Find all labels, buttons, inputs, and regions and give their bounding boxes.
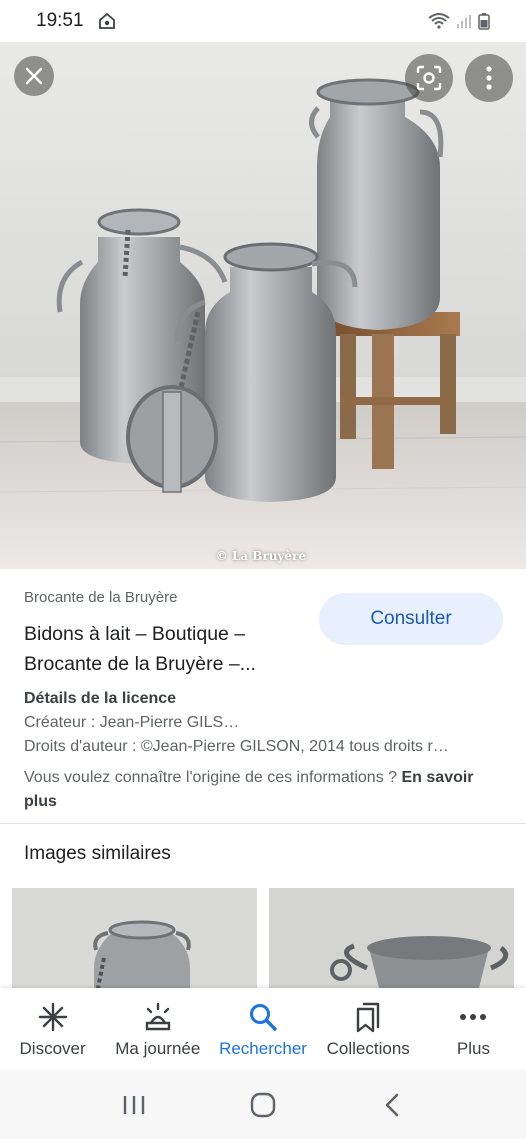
home-indicator-icon (98, 12, 115, 29)
similar-images-heading: Images similaires (24, 843, 171, 864)
license-heading: Détails de la licence (24, 690, 177, 707)
nav-discover-label: Discover (19, 1039, 86, 1058)
milk-cans-photo (0, 42, 526, 569)
status-bar: 19:51 (0, 0, 526, 42)
back-button[interactable] (372, 1085, 412, 1125)
result-title[interactable]: Bidons à lait – Boutique – Brocante de l… (24, 619, 304, 679)
system-navigation-bar (0, 1070, 526, 1139)
recent-apps-button[interactable] (114, 1085, 154, 1125)
consult-button[interactable]: Consulter (319, 593, 503, 645)
source-name[interactable]: Brocante de la Bruyère (24, 589, 177, 606)
nav-collections-label: Collections (326, 1039, 410, 1058)
result-info: Brocante de la Bruyère Bidons à lait – B… (0, 569, 526, 824)
nav-plus[interactable]: Plus (421, 988, 526, 1070)
origin-question: Vous voulez connaître l'origine de ces i… (24, 769, 398, 786)
battery-icon (478, 13, 490, 30)
nav-collections[interactable]: Collections (316, 988, 421, 1070)
nav-discover[interactable]: Discover (0, 988, 105, 1070)
milk-can-thumbnail (12, 888, 257, 988)
result-image[interactable]: © La Bruyère (0, 42, 526, 569)
signal-icon (457, 15, 471, 28)
similar-image-1[interactable] (12, 888, 257, 988)
close-icon (25, 67, 43, 85)
status-icons (428, 12, 490, 30)
nav-rechercher[interactable]: Rechercher (210, 988, 315, 1070)
license-origin: Vous voulez connaître l'origine de ces i… (24, 766, 494, 814)
sunrise-icon (145, 1002, 170, 1031)
nav-ma-journee-label: Ma journée (115, 1039, 201, 1058)
image-credit: © La Bruyère (215, 549, 306, 563)
more-vertical-icon (486, 66, 492, 90)
license-creator: Créateur : Jean-Pierre GILS… (24, 714, 240, 731)
recent-apps-icon (124, 1095, 145, 1114)
bookmarks-icon (357, 1002, 380, 1033)
bottom-navigation: Discover Ma journée Rechercher Collectio… (0, 988, 526, 1070)
nav-rechercher-label: Rechercher (219, 1039, 307, 1058)
nav-plus-label: Plus (456, 1039, 490, 1058)
lens-icon (416, 65, 442, 91)
milk-pot-thumbnail (269, 888, 514, 988)
back-icon (385, 1093, 398, 1116)
status-time: 19:51 (36, 10, 84, 31)
more-horizontal-icon (460, 1014, 487, 1020)
similar-image-2[interactable] (269, 888, 514, 988)
more-options-button[interactable] (465, 54, 513, 102)
home-button[interactable] (243, 1085, 283, 1125)
home-icon (250, 1092, 276, 1117)
close-button[interactable] (14, 56, 54, 96)
license-copyright: Droits d'auteur : ©Jean-Pierre GILSON, 2… (24, 738, 449, 755)
wifi-icon (428, 13, 450, 29)
lens-button[interactable] (405, 54, 453, 102)
search-icon (250, 1004, 277, 1031)
asterisk-icon (38, 1002, 67, 1032)
nav-ma-journee[interactable]: Ma journée (105, 988, 210, 1070)
